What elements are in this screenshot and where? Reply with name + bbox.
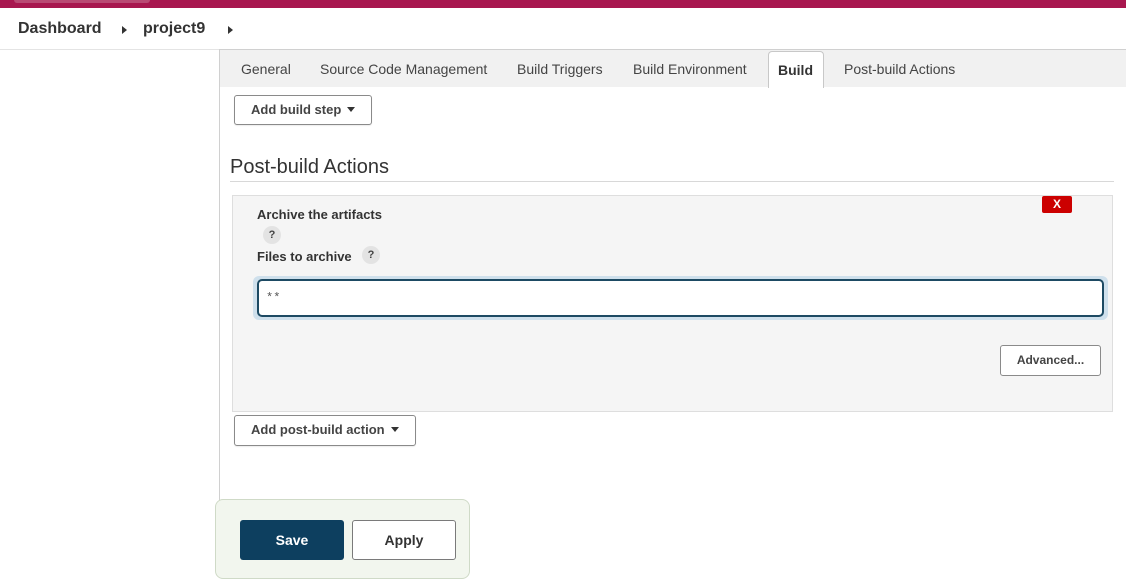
sidebar bbox=[0, 50, 219, 575]
add-post-build-action-label: Add post-build action bbox=[251, 422, 385, 437]
config-main: General Source Code Management Build Tri… bbox=[219, 49, 1126, 576]
tab-general[interactable]: General bbox=[241, 61, 291, 77]
advanced-button[interactable]: Advanced... bbox=[1000, 345, 1101, 376]
help-icon[interactable]: ? bbox=[362, 246, 380, 264]
add-build-step-label: Add build step bbox=[251, 102, 342, 117]
archive-artifacts-title: Archive the artifacts bbox=[257, 207, 382, 222]
tab-build[interactable]: Build bbox=[768, 51, 824, 88]
post-build-section-title: Post-build Actions bbox=[230, 156, 389, 178]
breadcrumb: Dashboard project9 bbox=[0, 8, 1126, 50]
archive-artifacts-panel: X Archive the artifacts ? Files to archi… bbox=[232, 195, 1113, 412]
save-apply-bar: Save Apply bbox=[215, 499, 470, 579]
help-icon[interactable]: ? bbox=[263, 226, 281, 244]
tab-build-label: Build bbox=[778, 62, 813, 78]
files-to-archive-focus-ring: ** bbox=[253, 276, 1108, 320]
apply-button[interactable]: Apply bbox=[352, 520, 456, 560]
chevron-right-icon[interactable] bbox=[228, 26, 233, 34]
chevron-right-icon[interactable] bbox=[122, 26, 127, 34]
tab-source-code-management[interactable]: Source Code Management bbox=[320, 61, 487, 77]
save-button[interactable]: Save bbox=[240, 520, 344, 560]
section-divider bbox=[230, 181, 1114, 182]
add-post-build-action-button[interactable]: Add post-build action bbox=[234, 415, 416, 446]
close-icon[interactable]: X bbox=[1042, 196, 1072, 213]
header-search-stub bbox=[14, 0, 150, 3]
breadcrumb-item-dashboard[interactable]: Dashboard bbox=[18, 20, 102, 38]
config-tab-bar: General Source Code Management Build Tri… bbox=[220, 50, 1126, 88]
tab-build-environment[interactable]: Build Environment bbox=[633, 61, 747, 77]
breadcrumb-item-project[interactable]: project9 bbox=[143, 20, 205, 38]
caret-down-icon bbox=[347, 107, 356, 112]
tab-build-triggers[interactable]: Build Triggers bbox=[517, 61, 603, 77]
files-to-archive-input[interactable]: ** bbox=[257, 279, 1104, 317]
caret-down-icon bbox=[390, 427, 399, 432]
tab-post-build-actions[interactable]: Post-build Actions bbox=[844, 61, 955, 77]
add-build-step-button[interactable]: Add build step bbox=[234, 95, 373, 125]
files-to-archive-label: Files to archive bbox=[257, 249, 352, 264]
top-header-bar bbox=[0, 0, 1126, 8]
